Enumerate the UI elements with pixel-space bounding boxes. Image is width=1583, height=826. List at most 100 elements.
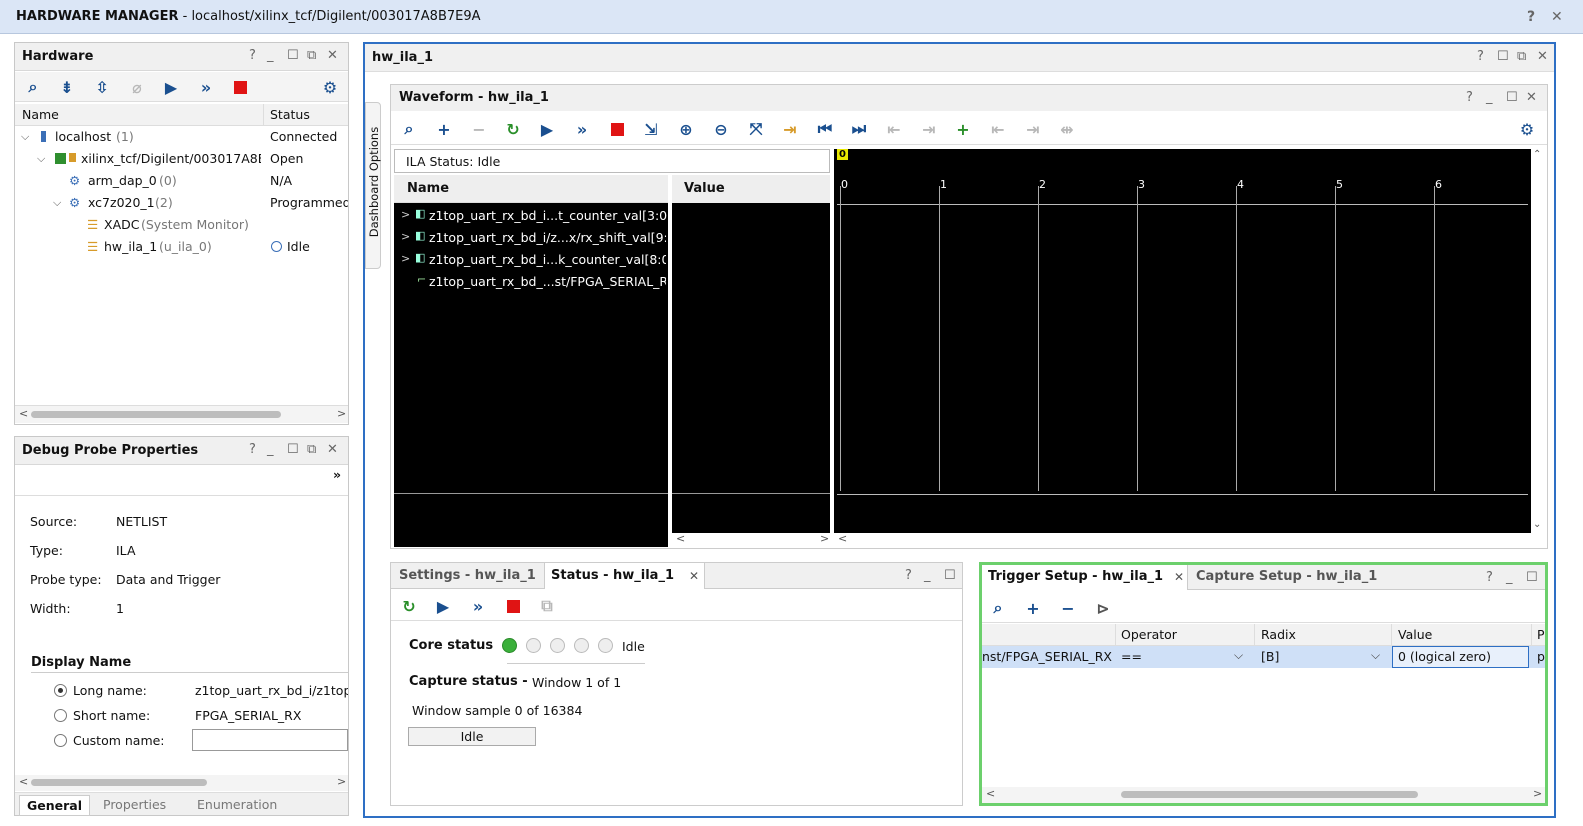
close-icon[interactable]: ✕ (1526, 90, 1537, 105)
next-marker-icon[interactable]: ⇥ (1023, 119, 1043, 139)
run-trigger-icon[interactable]: ▶ (433, 596, 453, 616)
minimize-icon[interactable]: _ (1506, 570, 1513, 585)
stop-icon[interactable] (230, 77, 250, 97)
run-immediate-icon[interactable]: » (196, 77, 216, 97)
zoom-out-icon[interactable]: ⊖ (711, 119, 731, 139)
more-icon[interactable]: » (333, 467, 341, 482)
zoom-in-icon[interactable]: ⊕ (676, 119, 696, 139)
next-transition-icon[interactable]: ⇥ (919, 119, 939, 139)
value-hscrollbar[interactable]: < > (672, 532, 830, 547)
maximize-icon[interactable]: ☐ (287, 48, 299, 63)
close-icon[interactable]: ✕ (327, 442, 338, 457)
signal-row[interactable]: > ◧ z1top_uart_rx_bd_i...k_counter_val[8… (394, 249, 668, 271)
tree-row-localhost[interactable]: ⌵ localhost (1) Connected (15, 126, 348, 148)
column-value[interactable]: Value (1398, 627, 1432, 642)
expand-all-icon[interactable]: ⇳ (92, 77, 112, 97)
tab-trigger-setup[interactable]: Trigger Setup - hw_ila_1 ✕ (982, 565, 1188, 590)
maximize-icon[interactable]: ☐ (1506, 90, 1518, 105)
run-trigger-icon[interactable]: ▶ (161, 77, 181, 97)
tab-properties[interactable]: Properties (103, 797, 166, 812)
close-icon[interactable]: ✕ (1537, 49, 1548, 64)
column-header-name[interactable]: Name (22, 107, 59, 122)
close-icon[interactable]: ✕ (327, 48, 338, 63)
run-immediate-icon[interactable]: » (572, 119, 592, 139)
column-operator[interactable]: Operator (1121, 627, 1177, 642)
run-trigger-icon[interactable]: ▶ (537, 119, 557, 139)
chevron-down-icon[interactable]: ⌵ (1371, 648, 1380, 663)
close-icon[interactable]: ✕ (1551, 9, 1563, 25)
maximize-icon[interactable]: ☐ (287, 442, 299, 457)
signal-row[interactable]: > ◧ z1top_uart_rx_bd_i/z...x/rx_shift_va… (394, 227, 668, 249)
gear-icon[interactable]: ⚙ (320, 77, 340, 97)
close-icon[interactable]: ✕ (689, 569, 699, 583)
stop-icon[interactable] (503, 596, 523, 616)
minimize-icon[interactable]: _ (267, 48, 274, 63)
capture-mode-icon[interactable]: ⧉ (537, 596, 557, 616)
cursor-marker[interactable]: 0 (837, 149, 848, 160)
remove-icon[interactable]: − (469, 119, 489, 139)
auto-retrigger-icon[interactable]: ↻ (399, 596, 419, 616)
waveform-vscrollbar[interactable]: ⌃ ⌄ (1531, 149, 1545, 533)
tab-settings[interactable]: Settings - hw_ila_1 (399, 568, 536, 583)
long-name-radio[interactable] (54, 684, 67, 697)
column-p[interactable]: P (1537, 627, 1545, 642)
chevron-down-icon[interactable]: ⌵ (1234, 648, 1243, 663)
custom-name-radio[interactable] (54, 734, 67, 747)
waveform-hscrollbar[interactable]: < (834, 532, 1531, 547)
float-icon[interactable]: ⧉ (1517, 49, 1526, 64)
minimize-icon[interactable]: _ (1486, 90, 1493, 105)
search-icon[interactable]: ⌕ (988, 598, 1008, 618)
trigger-operator-select[interactable]: == (1121, 649, 1142, 664)
maximize-icon[interactable]: ☐ (1497, 49, 1509, 64)
float-icon[interactable]: ⧉ (307, 48, 316, 63)
help-icon[interactable]: ? (1466, 90, 1473, 105)
signal-row[interactable]: > ◧ z1top_uart_rx_bd_i...t_counter_val[3… (394, 205, 672, 227)
help-icon[interactable]: ? (249, 48, 256, 63)
add-marker-icon[interactable]: + (953, 119, 973, 139)
help-icon[interactable]: ? (249, 442, 256, 457)
export-icon[interactable]: ⇲ (641, 119, 661, 139)
trigger-value-input[interactable]: 0 (logical zero) (1392, 646, 1529, 668)
swap-cursors-icon[interactable]: ⇹ (1057, 119, 1077, 139)
maximize-icon[interactable]: ☐ (1526, 570, 1538, 585)
trigger-radix-select[interactable]: [B] (1261, 649, 1279, 664)
tab-enumeration[interactable]: Enumeration (197, 797, 277, 812)
gear-icon[interactable]: ⚙ (1517, 119, 1537, 139)
tree-row-xc7z020[interactable]: ⌵ ⚙ xc7z020_1 (2) Programmed (15, 192, 348, 214)
help-icon[interactable]: ? (905, 568, 912, 583)
tab-status[interactable]: Status - hw_ila_1 ✕ (544, 563, 705, 589)
column-header-status[interactable]: Status (270, 107, 310, 122)
goto-cursor-icon[interactable]: ⇥ (780, 119, 800, 139)
column-radix[interactable]: Radix (1261, 627, 1296, 642)
run-immediate-icon[interactable]: » (468, 596, 488, 616)
search-icon[interactable]: ⌕ (399, 119, 419, 139)
tree-row-hw-ila[interactable]: ☰ hw_ila_1 (u_ila_0) Idle (15, 236, 348, 258)
add-icon[interactable]: + (1023, 598, 1043, 618)
name-column-label[interactable]: Name (407, 181, 449, 196)
minimize-icon[interactable]: _ (267, 442, 274, 457)
tree-row-arm-dap[interactable]: ⚙ arm_dap_0 (0) N/A (15, 170, 348, 192)
tree-row-xadc[interactable]: ☰ XADC (System Monitor) (15, 214, 348, 236)
short-name-radio[interactable] (54, 709, 67, 722)
idle-progress-button[interactable]: Idle (408, 727, 536, 746)
goto-end-icon[interactable]: ⏭ (849, 119, 869, 139)
dashboard-options-tab[interactable]: Dashboard Options (365, 102, 381, 269)
collapse-all-icon[interactable]: ⇟ (57, 77, 77, 97)
tab-capture-setup[interactable]: Capture Setup - hw_ila_1 (1196, 569, 1377, 584)
trigger-hscrollbar[interactable]: < > (982, 787, 1545, 803)
close-icon[interactable]: ✕ (1174, 570, 1184, 584)
probe-hscrollbar[interactable]: < > (15, 775, 348, 791)
hardware-hscrollbar[interactable]: < > (15, 405, 348, 423)
help-icon[interactable]: ? (1477, 49, 1484, 64)
custom-name-input[interactable] (192, 729, 348, 751)
value-column-label[interactable]: Value (684, 181, 725, 196)
float-icon[interactable]: ⧉ (307, 442, 316, 457)
zoom-fit-icon[interactable]: ⤧ (746, 119, 766, 139)
tree-row-target[interactable]: ⌵ xilinx_tcf/Digilent/003017A8B7 Open (15, 148, 348, 170)
search-icon[interactable]: ⌕ (23, 77, 43, 97)
tab-general[interactable]: General (19, 795, 90, 816)
auto-connect-icon[interactable]: ⌀ (127, 77, 147, 97)
signal-row[interactable]: ⌐ z1top_uart_rx_bd_...st/FPGA_SERIAL_RX (394, 271, 668, 293)
trigger-row[interactable]: nst/FPGA_SERIAL_RX == ⌵ [B] ⌵ 0 (logical… (982, 646, 1545, 668)
previous-marker-icon[interactable]: ⇤ (988, 119, 1008, 139)
